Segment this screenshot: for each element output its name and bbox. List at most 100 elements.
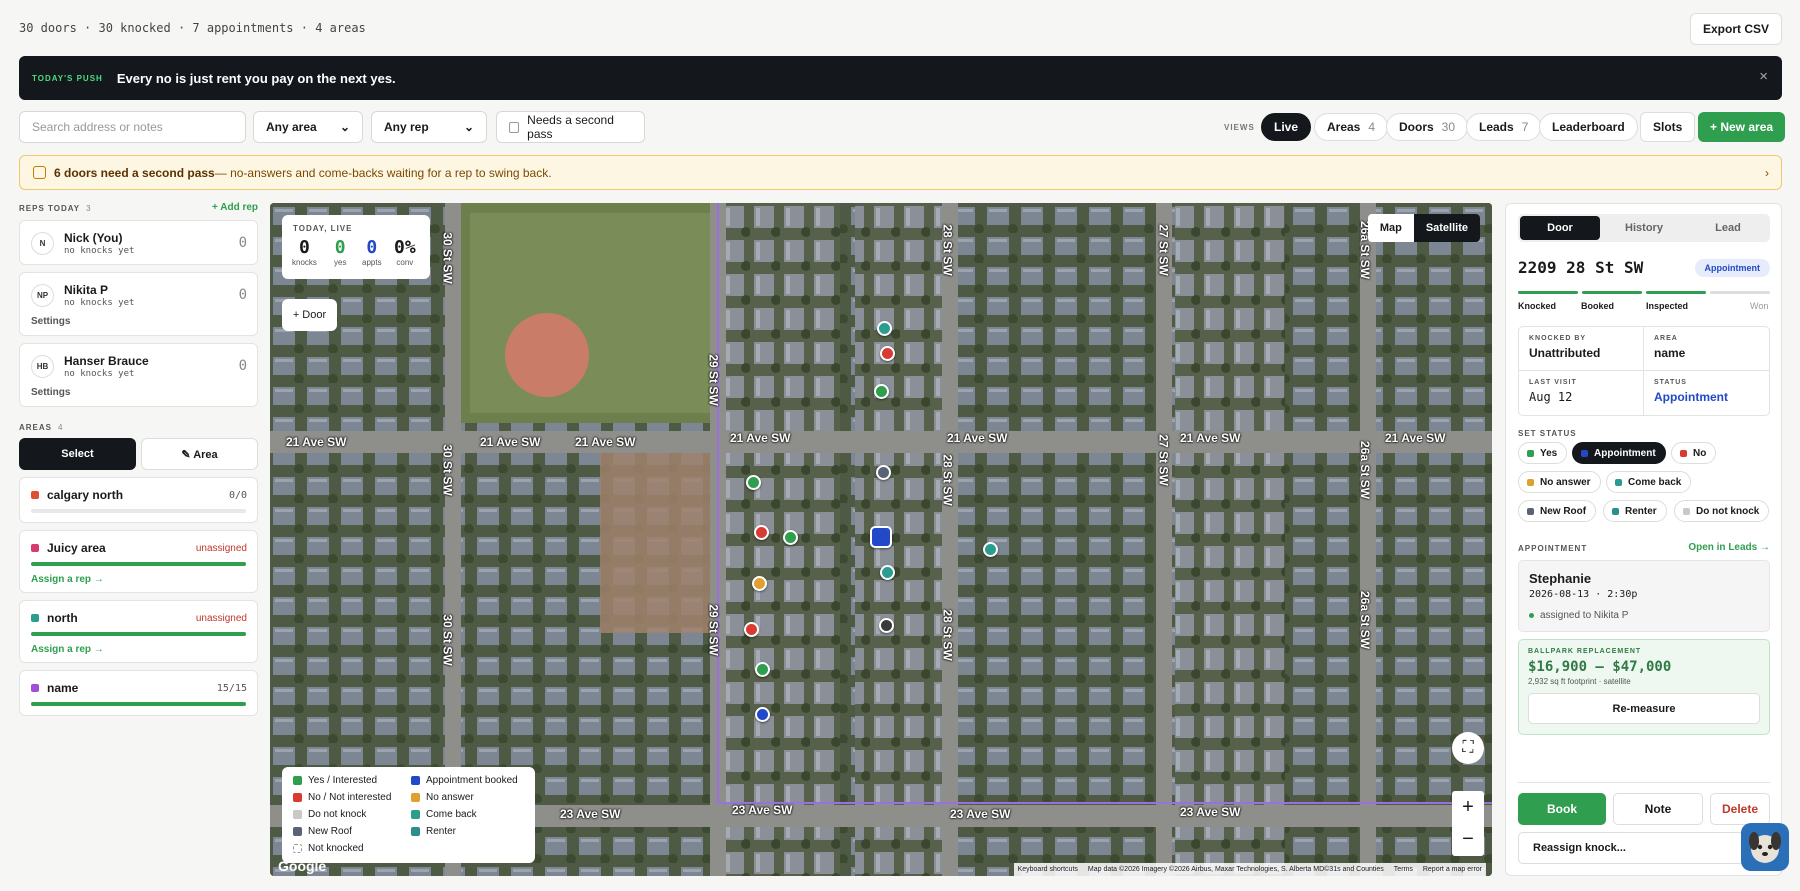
appointment-card[interactable]: Stephanie 2026-08-13 · 2:30p assigned to… [1518, 560, 1770, 632]
live-stat-value: 0 [299, 237, 310, 258]
tab-door[interactable]: Door [1520, 216, 1600, 240]
info-value: name [1654, 346, 1686, 360]
status-chip-do-not-knock[interactable]: Do not knock [1674, 500, 1770, 522]
rep-card[interactable]: N Nick (You) no knocks yet 0 [19, 220, 258, 265]
area-card[interactable]: calgary north 0/0 [19, 477, 258, 523]
reassign-knock-button[interactable]: Reassign knock... [1518, 832, 1770, 864]
areas-header: AREAS 4 [19, 423, 63, 432]
assign-rep-link[interactable]: Assign a rep → [31, 574, 104, 585]
door-pin[interactable] [755, 707, 770, 722]
door-pin-selected[interactable] [870, 526, 892, 548]
view-live-tab[interactable]: Live [1261, 113, 1312, 141]
map-type-toggle[interactable]: Map Satellite [1367, 214, 1480, 242]
rep-name: Nick (You) [64, 231, 123, 245]
rep-select[interactable]: Any rep ⌄ [371, 111, 487, 143]
map-attribution: Keyboard shortcuts Map data ©2026 Imager… [1013, 863, 1486, 876]
zoom-out-button[interactable]: − [1462, 828, 1474, 851]
terms-link[interactable]: Terms [1394, 866, 1413, 873]
live-stat-label: appts [362, 258, 382, 267]
new-area-button[interactable]: + New area [1698, 112, 1786, 142]
map-type-map[interactable]: Map [1368, 214, 1414, 242]
zoom-in-button[interactable]: + [1462, 796, 1474, 819]
status-chip-new-roof[interactable]: New Roof [1518, 500, 1597, 522]
close-icon[interactable]: × [1759, 68, 1768, 85]
area-progress-fill [31, 632, 246, 636]
note-button[interactable]: Note [1613, 793, 1703, 825]
door-tabs[interactable]: Door History Lead [1518, 214, 1770, 242]
rep-settings-link[interactable]: Settings [31, 316, 70, 327]
street-label: 21 Ave SW [286, 435, 347, 449]
export-csv-button[interactable]: Export CSV [1689, 13, 1782, 45]
assignee-text: assigned to Nikita P [1540, 610, 1629, 621]
book-button[interactable]: Book [1518, 793, 1606, 825]
live-stat-value: 0 [366, 237, 378, 258]
status-chip-no-answer[interactable]: No answer [1518, 471, 1601, 493]
push-tag: TODAY'S PUSH [32, 73, 103, 83]
door-pin[interactable] [880, 565, 895, 580]
door-pin[interactable] [874, 384, 889, 399]
door-pin[interactable] [983, 542, 998, 557]
open-in-leads-link[interactable]: Open in Leads → [1688, 542, 1770, 553]
status-chip-renter[interactable]: Renter [1603, 500, 1667, 522]
view-doors-tab[interactable]: Doors 30 [1386, 113, 1469, 141]
add-rep-button[interactable]: + Add rep [212, 202, 258, 213]
door-pin[interactable] [754, 525, 769, 540]
map-canvas[interactable]: 21 Ave SW 21 Ave SW 21 Ave SW 21 Ave SW … [270, 203, 1492, 876]
door-pin[interactable] [877, 321, 892, 336]
draw-area-button[interactable]: ✎ Area [141, 438, 258, 470]
add-door-button[interactable]: + Door [282, 299, 337, 331]
live-stat-label: yes [334, 258, 347, 267]
assistant-avatar-icon[interactable] [1741, 823, 1789, 871]
door-pin[interactable] [752, 576, 767, 591]
door-pin[interactable] [876, 465, 891, 480]
legend-swatch [411, 810, 420, 819]
appointment-time: 2026-08-13 · 2:30p [1529, 589, 1638, 600]
delete-button[interactable]: Delete [1710, 793, 1770, 825]
second-pass-checkbox[interactable]: Needs a second pass [496, 111, 645, 143]
slots-button[interactable]: Slots [1640, 112, 1696, 142]
tab-lead[interactable]: Lead [1688, 216, 1768, 240]
re-measure-button[interactable]: Re-measure [1528, 693, 1760, 724]
zoom-control[interactable]: + − [1452, 791, 1484, 856]
status-chip-label: Do not knock [1696, 505, 1760, 517]
map-type-satellite[interactable]: Satellite [1413, 214, 1480, 242]
areas-label: AREAS [19, 423, 53, 432]
street-label: 30 St SW [440, 444, 455, 496]
view-leaderboard-tab[interactable]: Leaderboard [1539, 113, 1638, 141]
legend-label: Come back [426, 809, 477, 820]
select-button[interactable]: Select [19, 438, 136, 470]
report-error-link[interactable]: Report a map error [1423, 866, 1482, 873]
area-card[interactable]: name 15/15 [19, 670, 258, 716]
door-pin[interactable] [746, 475, 761, 490]
door-pin[interactable] [744, 622, 759, 637]
rep-card[interactable]: HB Hanser Brauce no knocks yet 0 Setting… [19, 343, 258, 407]
status-chip-appointment[interactable]: Appointment [1572, 442, 1666, 464]
stage-label: Booked [1581, 301, 1615, 311]
area-color-dot [31, 684, 39, 692]
door-pin[interactable] [880, 346, 895, 361]
areas-count: 4 [58, 423, 64, 432]
area-card[interactable]: north unassigned Assign a rep → [19, 600, 258, 663]
area-color-dot [31, 544, 39, 552]
street-label: 27 St SW [1156, 224, 1171, 276]
door-pin[interactable] [783, 530, 798, 545]
fullscreen-icon[interactable]: ⛶ [1452, 732, 1484, 764]
chevron-right-icon: › [1765, 165, 1769, 180]
search-input[interactable]: Search address or notes [19, 111, 246, 143]
view-leads-tab[interactable]: Leads 7 [1466, 113, 1542, 141]
rep-settings-link[interactable]: Settings [31, 387, 70, 398]
view-areas-tab[interactable]: Areas 4 [1314, 113, 1389, 141]
area-card[interactable]: Juicy area unassigned Assign a rep → [19, 530, 258, 593]
tab-history[interactable]: History [1604, 216, 1684, 240]
status-chip-yes[interactable]: Yes [1518, 442, 1568, 464]
door-pin[interactable] [755, 662, 770, 677]
status-chip-no[interactable]: No [1671, 442, 1717, 464]
status-chip-come-back[interactable]: Come back [1606, 471, 1692, 493]
second-pass-notice[interactable]: 6 doors need a second pass — no-answers … [19, 155, 1782, 190]
chevron-down-icon: ⌄ [339, 120, 350, 134]
area-select[interactable]: Any area ⌄ [253, 111, 363, 143]
rep-card[interactable]: NP Nikita P no knocks yet 0 Settings [19, 272, 258, 336]
assign-rep-link[interactable]: Assign a rep → [31, 644, 104, 655]
keyboard-shortcuts-link[interactable]: Keyboard shortcuts [1018, 866, 1078, 873]
door-pin[interactable] [879, 618, 894, 633]
